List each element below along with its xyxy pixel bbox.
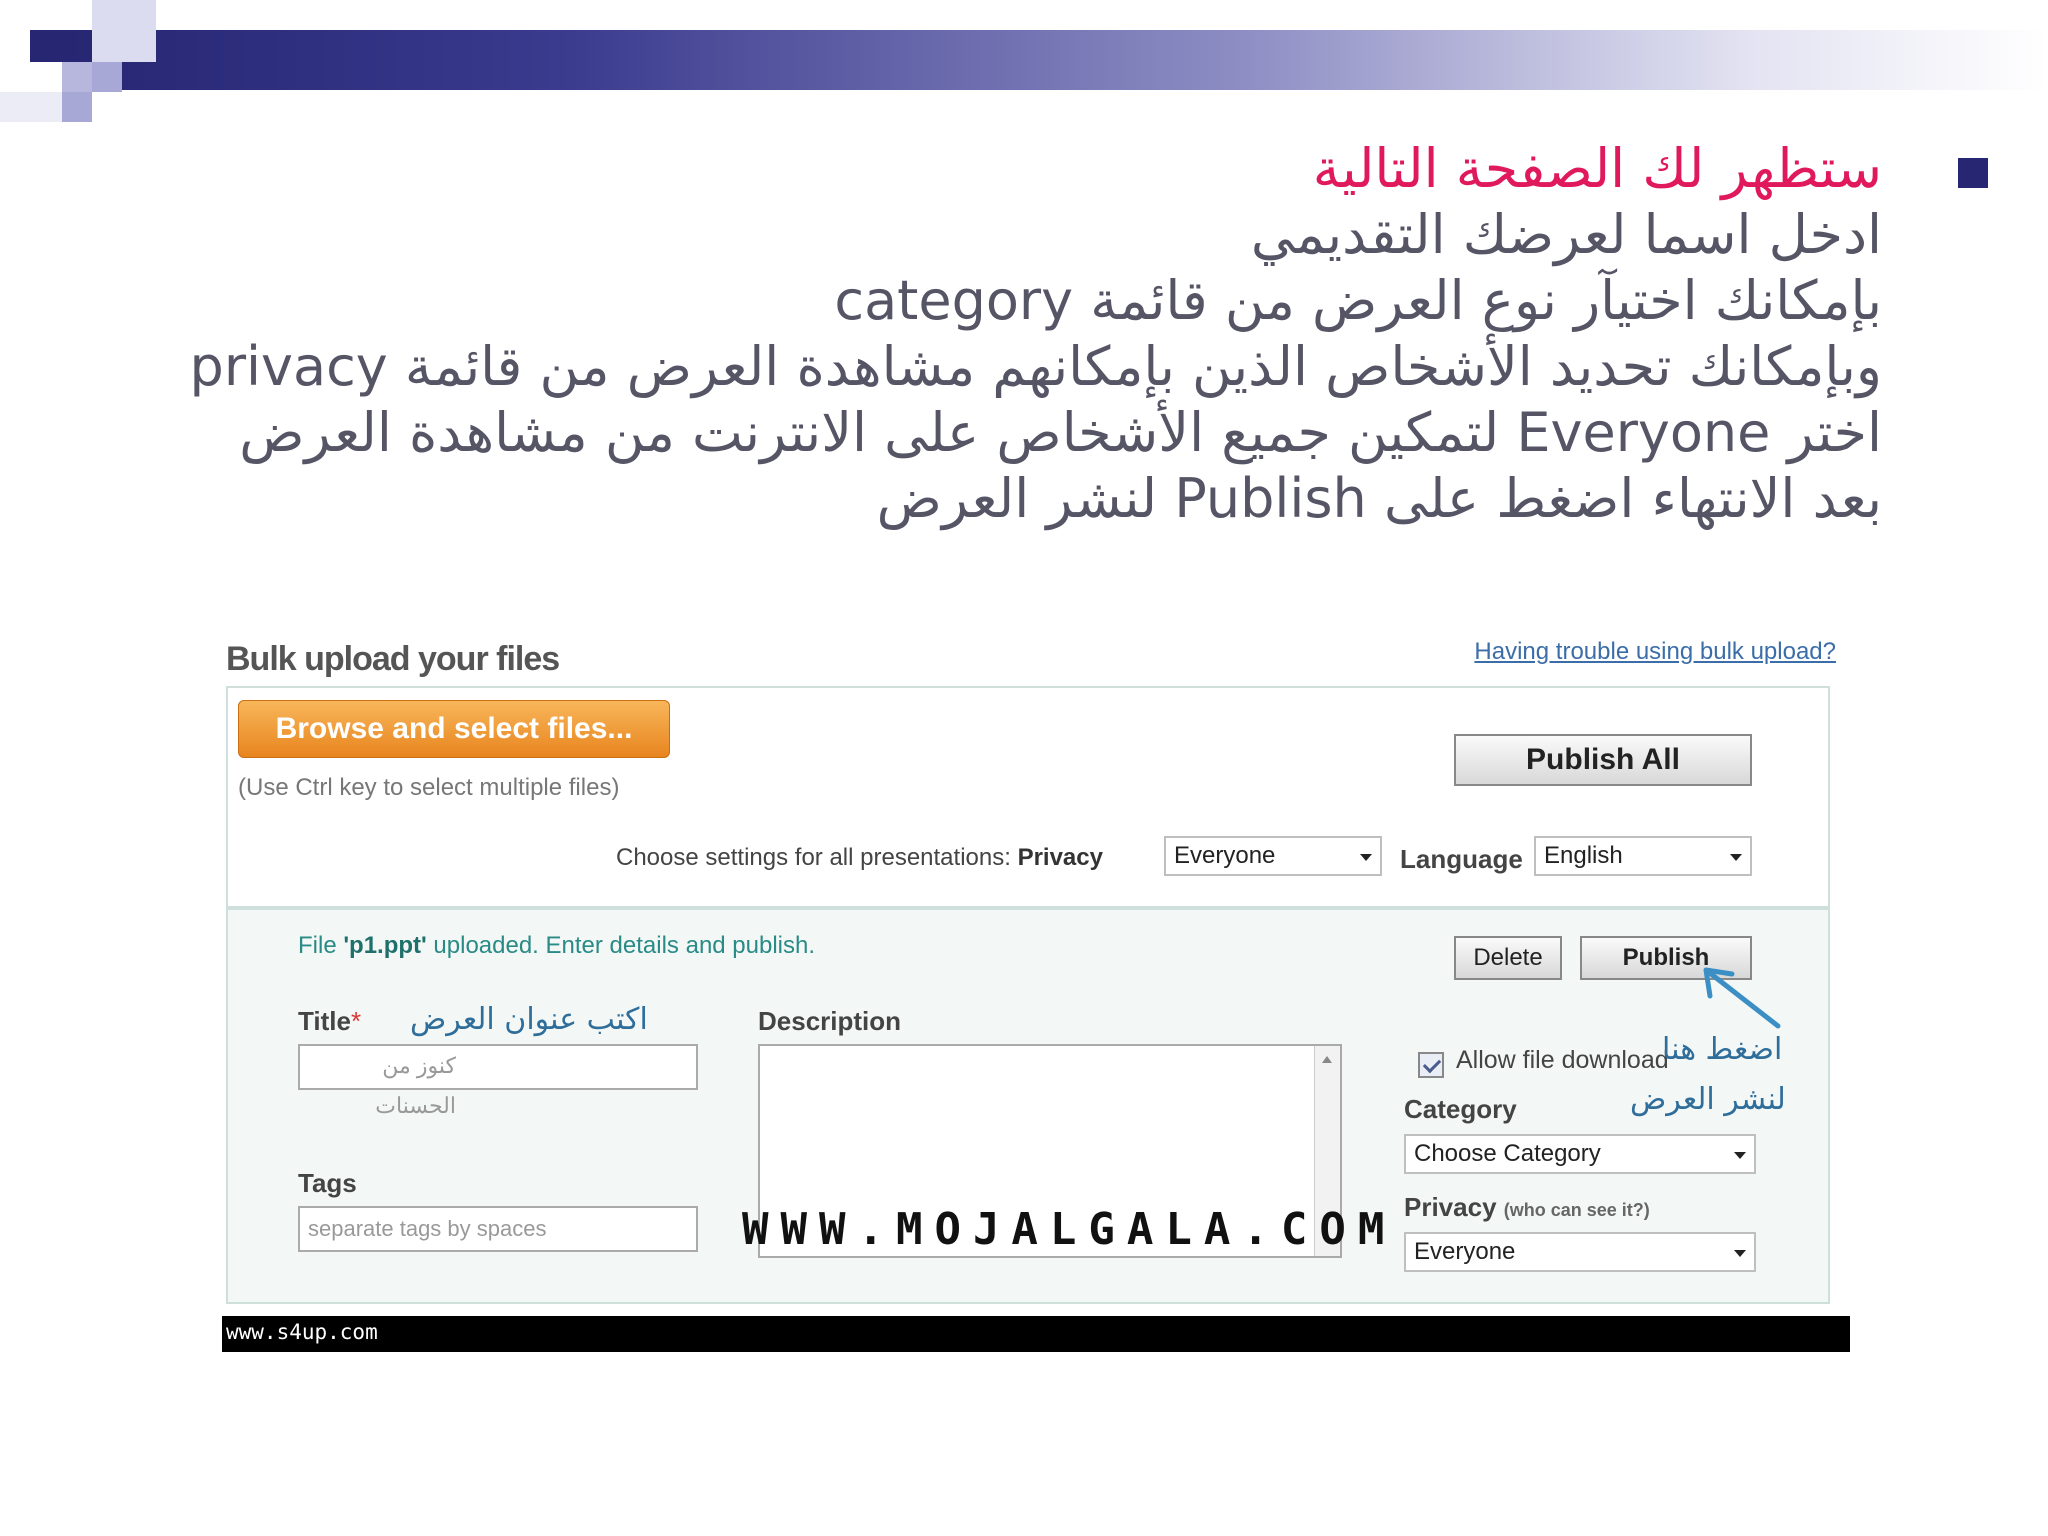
chevron-down-icon bbox=[1734, 1250, 1746, 1257]
chevron-down-icon bbox=[1734, 1152, 1746, 1159]
decor-square bbox=[0, 92, 62, 122]
privacy-select[interactable]: Everyone bbox=[1164, 836, 1382, 876]
settings-label: Choose settings for all presentations: P… bbox=[616, 844, 1103, 872]
header-gradient-bar bbox=[62, 30, 2048, 90]
instruction-line: بإمكانك اختيآر نوع العرض من قائمة catego… bbox=[834, 269, 1882, 332]
allow-download-checkbox[interactable] bbox=[1418, 1052, 1444, 1078]
arrow-pointer-icon bbox=[1703, 967, 1781, 1029]
language-label: Language bbox=[1400, 844, 1523, 874]
privacy2-label: Privacy (who can see it?) bbox=[1404, 1192, 1650, 1223]
decor-square bbox=[62, 62, 92, 92]
decor-square bbox=[92, 0, 156, 62]
multi-select-hint: (Use Ctrl key to select multiple files) bbox=[238, 774, 620, 801]
tags-label: Tags bbox=[298, 1168, 357, 1198]
decor-square bbox=[62, 92, 92, 122]
instruction-line: وبإمكانك تحديد الأشخاص الذين بإمكانهم مش… bbox=[189, 335, 1882, 398]
upload-screenshot: Bulk upload your files Having trouble us… bbox=[222, 620, 1850, 1352]
settings-text: Choose settings for all presentations: bbox=[616, 844, 1011, 871]
title-input[interactable]: كنوز من الحسنات bbox=[298, 1044, 698, 1118]
chevron-down-icon bbox=[1360, 854, 1372, 861]
language-select-value: English bbox=[1544, 842, 1623, 869]
privacy-label: Privacy bbox=[1017, 844, 1103, 871]
page-title: Bulk upload your files bbox=[226, 640, 560, 678]
privacy2-hint: (who can see it?) bbox=[1503, 1200, 1650, 1220]
instruction-line: ادخل اسما لعرضك التقديمي bbox=[1250, 203, 1882, 266]
instruction-text: ستظهر لك الصفحة التالية ادخل اسما لعرضك … bbox=[142, 136, 1882, 532]
category-label: Category bbox=[1404, 1094, 1517, 1124]
privacy2-select[interactable]: Everyone bbox=[1404, 1232, 1756, 1272]
category-select[interactable]: Choose Category bbox=[1404, 1134, 1756, 1174]
scroll-up-icon bbox=[1322, 1056, 1332, 1063]
browse-files-button[interactable]: Browse and select files... bbox=[238, 700, 670, 758]
upload-status: File 'p1.ppt' uploaded. Enter details an… bbox=[298, 932, 815, 960]
instruction-line: اختر Everyone لتمكين جميع الأشخاص على ال… bbox=[239, 401, 1882, 464]
bullet-icon bbox=[1958, 158, 1988, 188]
help-link[interactable]: Having trouble using bulk upload? bbox=[1474, 638, 1836, 666]
source-bar: www.s4up.com bbox=[222, 1316, 1850, 1352]
required-mark: * bbox=[350, 1006, 362, 1036]
privacy-select-value: Everyone bbox=[1174, 842, 1276, 869]
watermark: WWW.MOJALGALA.COM bbox=[742, 1204, 1397, 1255]
instruction-line: بعد الانتهاء اضغط على Publish لنشر العرض bbox=[876, 467, 1882, 530]
privacy2-select-value: Everyone bbox=[1414, 1238, 1516, 1265]
publish-note-2: لنشر العرض bbox=[1630, 1082, 1786, 1117]
file-name: 'p1.ppt' bbox=[343, 932, 427, 959]
instruction-line: ستظهر لك الصفحة التالية bbox=[1312, 137, 1882, 200]
decor-square bbox=[92, 62, 122, 92]
title-note: اكتب عنوان العرض bbox=[410, 1002, 648, 1037]
upload-status-prefix: File bbox=[298, 932, 344, 959]
title-label-text: Title bbox=[298, 1006, 351, 1036]
decor-square bbox=[30, 30, 62, 62]
title-label: Title* bbox=[298, 1006, 361, 1037]
global-settings-panel: Browse and select files... (Use Ctrl key… bbox=[226, 686, 1830, 908]
delete-button[interactable]: Delete bbox=[1454, 936, 1562, 980]
category-select-value: Choose Category bbox=[1414, 1140, 1601, 1167]
tags-input[interactable]: separate tags by spaces bbox=[298, 1206, 698, 1252]
language-select[interactable]: English bbox=[1534, 836, 1752, 876]
privacy2-label-text: Privacy bbox=[1404, 1192, 1497, 1222]
publish-all-button[interactable]: Publish All bbox=[1454, 734, 1752, 786]
upload-status-suffix: uploaded. Enter details and publish. bbox=[426, 932, 816, 959]
allow-download-label: Allow file download bbox=[1456, 1046, 1669, 1074]
source-site: www.s4up.com bbox=[226, 1320, 378, 1344]
chevron-down-icon bbox=[1730, 854, 1742, 861]
description-label: Description bbox=[758, 1006, 902, 1036]
